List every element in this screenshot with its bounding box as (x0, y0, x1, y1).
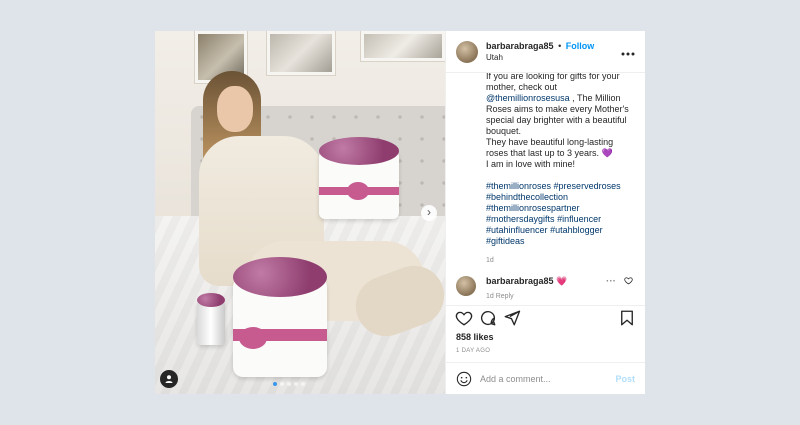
hashtag-link[interactable]: #giftideas (486, 236, 525, 246)
caption-line: If you are looking for gifts for your (486, 73, 620, 81)
add-comment-bar: Post (446, 362, 645, 394)
caption-line: They have beautiful long-lasting (486, 137, 614, 147)
location-link[interactable]: Utah (486, 52, 621, 64)
post-side-panel: barbarabraga85 • Follow Utah If you are … (445, 31, 645, 394)
hashtag-link[interactable]: #utahinfluencer (486, 225, 548, 235)
post-comment-button[interactable]: Post (615, 374, 635, 384)
caption-line: Roses aims to make every Mother's (486, 104, 629, 114)
hashtag-link[interactable]: #influencer (557, 214, 601, 224)
photo-rose-box-small (319, 137, 399, 219)
share-icon[interactable] (503, 309, 521, 327)
emoji-icon[interactable] (456, 371, 472, 387)
photo-wall-frame (267, 31, 335, 75)
comment-item: barbarabraga85 💗 1d Reply ··· (456, 276, 635, 300)
post-card: › barbarabraga85 • Follow Utah If you ar… (155, 31, 645, 394)
photo-rose-vase (197, 293, 225, 345)
caption-line: I am in love with mine! (486, 159, 576, 169)
photo-person-face (217, 86, 253, 132)
comment-more-icon[interactable]: ··· (601, 276, 621, 287)
photo-wall-frame (361, 31, 445, 61)
hashtag-link[interactable]: #themillionroses (486, 181, 551, 191)
separator-dot: • (558, 40, 562, 51)
user-tag-icon[interactable] (160, 370, 178, 388)
caption-text: , The Million (569, 93, 621, 103)
caption-line: roses that last up to 3 years. 💜 (486, 148, 613, 158)
post-caption: If you are looking for gifts for your mo… (486, 73, 635, 266)
post-date[interactable]: 1 DAY AGO (456, 348, 490, 354)
hashtags: #themillionroses #preservedroses #behind… (486, 181, 635, 247)
hashtag-link[interactable]: #preservedroses (554, 181, 621, 191)
hashtag-link-highlighted[interactable]: #mothersdaygifts (486, 214, 555, 224)
avatar[interactable] (456, 40, 478, 63)
carousel-dots (273, 382, 305, 386)
comment-icon[interactable] (479, 309, 497, 327)
header-text: barbarabraga85 • Follow Utah (486, 40, 621, 64)
comment-meta[interactable]: 1d Reply (486, 293, 601, 300)
post-photo[interactable]: › (155, 31, 445, 394)
comment-username[interactable]: barbarabraga85 (486, 276, 554, 286)
follow-button[interactable]: Follow (566, 41, 595, 51)
caption-line: bouquet. (486, 126, 522, 136)
avatar[interactable] (456, 276, 476, 296)
chevron-right-icon[interactable]: › (421, 205, 437, 221)
mention-link[interactable]: @themillionrosesusa (486, 93, 570, 103)
caption-timestamp: 1d (486, 257, 494, 264)
post-actions (446, 305, 645, 329)
heart-icon[interactable] (455, 309, 473, 327)
photo-rose-box-large (233, 257, 327, 377)
hashtag-link[interactable]: #behindthecollection (486, 192, 568, 202)
username-link[interactable]: barbarabraga85 (486, 41, 554, 51)
post-header: barbarabraga85 • Follow Utah (446, 31, 645, 73)
hashtag-link[interactable]: #utahblogger (550, 225, 603, 235)
more-horizontal-icon[interactable] (621, 45, 635, 59)
comment-input[interactable] (480, 373, 616, 384)
hashtag-link[interactable]: #themillionrosespartner (486, 203, 580, 213)
caption-line: mother, check out (486, 82, 558, 92)
bookmark-icon[interactable] (618, 309, 636, 327)
heart-icon[interactable] (621, 276, 635, 287)
comment-text: 💗 (556, 276, 568, 286)
comments-area[interactable]: If you are looking for gifts for your mo… (446, 73, 645, 305)
caption-line: @themillionrosesusa , The Million (486, 93, 635, 104)
caption-line: special day brighter with a beautiful (486, 115, 627, 125)
likes-count[interactable]: 858 likes (456, 332, 494, 342)
comment-body: barbarabraga85 💗 1d Reply (486, 276, 601, 300)
